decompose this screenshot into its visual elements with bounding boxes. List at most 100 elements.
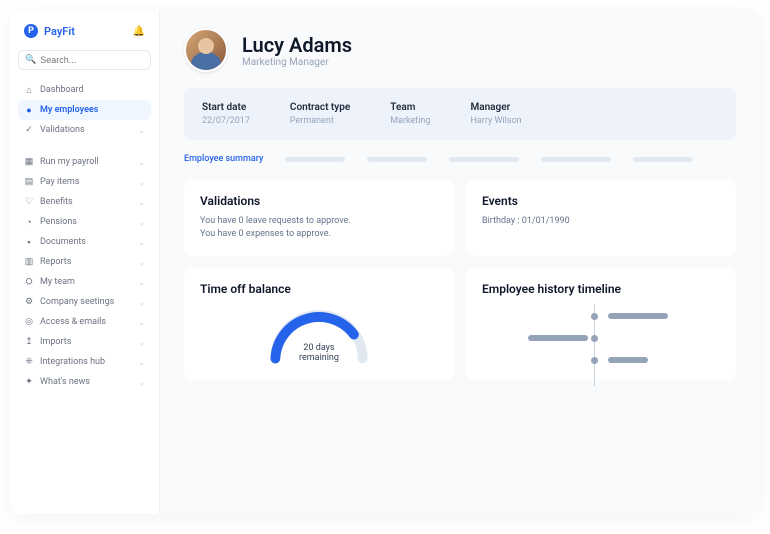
sidebar-item-label: Pay items [40,177,79,187]
tab-bar: Employee summary [184,154,736,164]
sidebar-item-benefits[interactable]: ♡ Benefits ⌄ [18,192,151,212]
chevron-down-icon: ⌄ [138,358,145,367]
info-team: Team Marketing [390,102,430,126]
sidebar-item-label: Pensions [40,217,77,227]
home-icon: ⌂ [24,85,34,95]
pension-icon: ◔ [24,217,34,227]
tab-employee-summary[interactable]: Employee summary [184,154,263,164]
card-title: Employee history timeline [482,282,720,296]
sidebar: P PayFit 🔔 🔍 ⌂ Dashboard ● My employees … [10,10,160,514]
notification-icon[interactable]: 🔔 [133,26,145,37]
history-card: Employee history timeline [466,268,736,380]
sidebar-item-access-emails[interactable]: ◎ Access & emails ⌄ [18,312,151,332]
sidebar-item-label: Benefits [40,197,73,207]
employee-avatar[interactable] [184,28,228,72]
user-icon: ● [24,105,34,115]
main-content: Lucy Adams Marketing Manager Start date … [160,10,760,514]
brand-name: PayFit [44,25,75,38]
brand-logo-icon: P [24,24,38,38]
chevron-down-icon: ⌄ [138,378,145,387]
access-icon: ◎ [24,317,34,327]
timeline-row [482,354,720,366]
employee-info-bar: Start date 22/07/2017 Contract type Perm… [184,88,736,140]
sidebar-item-label: My team [40,277,75,287]
search-input[interactable] [40,55,144,65]
card-title: Validations [200,194,438,208]
history-timeline [482,304,720,366]
employee-header: Lucy Adams Marketing Manager [184,28,736,72]
events-birthday-line: Birthday : 01/01/1990 [482,216,720,226]
timeline-dot-icon [591,313,598,320]
search-icon: 🔍 [25,55,36,65]
timeline-bar [528,335,588,341]
chevron-down-icon: ⌄ [138,238,145,247]
chevron-down-icon: ⌄ [138,198,145,207]
gear-icon: ⚙ [24,297,34,307]
sidebar-item-documents[interactable]: ▪ Documents ⌄ [18,232,151,252]
info-manager: Manager Harry Wilson [470,102,521,126]
hub-icon: ⁜ [24,357,34,367]
payroll-icon: ▦ [24,157,34,167]
sidebar-item-pay-items[interactable]: ▤ Pay items ⌄ [18,172,151,192]
info-value: Marketing [390,116,430,126]
chevron-down-icon: ⌄ [138,278,145,287]
card-title: Time off balance [200,282,438,296]
sidebar-item-label: What's news [40,377,90,387]
tab-placeholder[interactable] [541,157,611,162]
timeline-dot-icon [591,357,598,364]
sidebar-item-label: Run my payroll [40,157,99,167]
tab-placeholder[interactable] [285,157,345,162]
tab-placeholder[interactable] [367,157,427,162]
sidebar-item-pensions[interactable]: ◔ Pensions ⌄ [18,212,151,232]
sidebar-item-whats-news[interactable]: ✦ What's news ⌄ [18,372,151,392]
info-label: Manager [470,102,521,113]
info-value: 22/07/2017 [202,116,250,126]
info-contract-type: Contract type Permanent [290,102,350,126]
sidebar-item-dashboard[interactable]: ⌂ Dashboard [18,80,151,100]
time-off-gauge: 20 days remaining [264,304,374,364]
timeline-bar [608,357,648,363]
sidebar-item-run-payroll[interactable]: ▦ Run my payroll ⌄ [18,152,151,172]
sidebar-item-my-team[interactable]: ⛭ My team ⌄ [18,272,151,292]
tab-placeholder[interactable] [449,157,519,162]
report-icon: ▥ [24,257,34,267]
events-card: Events Birthday : 01/01/1990 [466,180,736,256]
sidebar-item-company-settings[interactable]: ⚙ Company seetings ⌄ [18,292,151,312]
sidebar-item-imports[interactable]: ↥ Imports ⌄ [18,332,151,352]
sidebar-item-validations[interactable]: ✓ Validations ⌄ [18,120,151,140]
timeline-row [482,310,720,322]
timeline-dot-icon [591,335,598,342]
info-start-date: Start date 22/07/2017 [202,102,250,126]
sidebar-item-label: My employees [40,105,98,115]
gauge-remaining: remaining [299,354,339,364]
tab-placeholder[interactable] [633,157,693,162]
sidebar-item-my-employees[interactable]: ● My employees [18,100,151,120]
info-value: Harry Wilson [470,116,521,126]
sidebar-item-label: Validations [40,125,85,135]
sidebar-item-label: Imports [40,337,71,347]
heart-icon: ♡ [24,197,34,207]
chevron-down-icon: ⌄ [138,178,145,187]
info-label: Contract type [290,102,350,113]
sidebar-item-reports[interactable]: ▥ Reports ⌄ [18,252,151,272]
sidebar-item-integrations-hub[interactable]: ⁜ Integrations hub ⌄ [18,352,151,372]
info-label: Start date [202,102,250,113]
timeline-row [482,332,720,344]
employee-name: Lucy Adams [242,33,352,57]
sidebar-item-label: Dashboard [40,85,84,95]
brand: P PayFit 🔔 [18,20,151,50]
search-box[interactable]: 🔍 [18,50,151,70]
chevron-down-icon: ⌄ [138,218,145,227]
sidebar-item-label: Documents [40,237,86,247]
chevron-down-icon: ⌄ [138,258,145,267]
sidebar-item-label: Reports [40,257,71,267]
validations-leave-line: You have 0 leave requests to approve. [200,216,438,226]
info-label: Team [390,102,430,113]
chevron-down-icon: ⌄ [138,158,145,167]
card-title: Events [482,194,720,208]
time-off-card: Time off balance 20 days remaining [184,268,454,380]
validations-card: Validations You have 0 leave requests to… [184,180,454,256]
sidebar-item-label: Access & emails [40,317,106,327]
chevron-down-icon: ⌄ [138,298,145,307]
sidebar-item-label: Company seetings [40,297,114,307]
